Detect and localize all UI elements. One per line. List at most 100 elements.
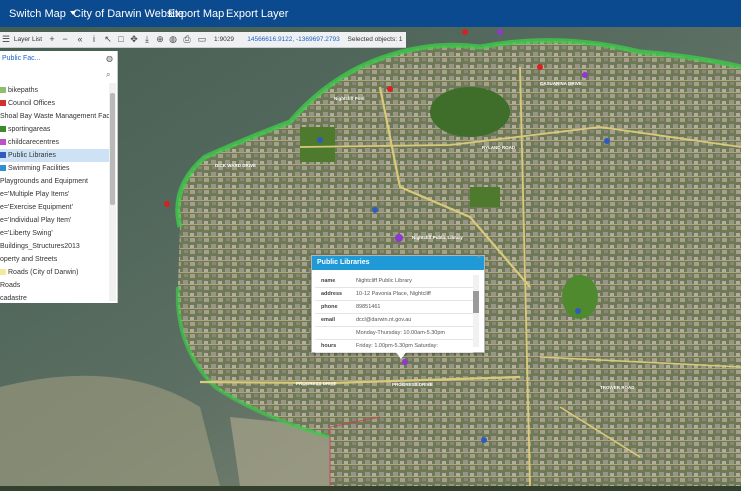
feature-popup: Public Libraries × name Nightcliff Public… <box>311 254 485 353</box>
layer-item[interactable]: Public Libraries <box>0 149 109 162</box>
zoom-icon[interactable]: ⊕ <box>156 33 164 46</box>
popup-title: Public Libraries <box>312 256 484 270</box>
popup-value: Friday: 1.00pm-5.30pm Saturday: <box>356 343 438 349</box>
popup-value: 10-12 Pavonia Place, Nightcliff <box>356 291 431 297</box>
popup-key: hours <box>321 343 337 349</box>
layer-item-label: Swimming Facilities <box>8 165 70 172</box>
layer-item-label: e='Exercise Equipment' <box>0 204 73 211</box>
layer-item[interactable]: Playgrounds and Equipment <box>0 175 109 188</box>
layer-list-label[interactable]: Layer List <box>12 33 44 46</box>
layer-list: bikepaths Council Offices Shoal Bay Waste … <box>0 84 109 303</box>
popup-key: name <box>321 278 336 284</box>
popup-value[interactable]: dccl@darwin.nt.gov.au <box>356 317 411 323</box>
layer-swatch-icon <box>0 100 6 106</box>
menu-icon[interactable]: ☰ <box>2 33 10 46</box>
layer-item-label: Council Offices <box>8 100 55 107</box>
add-icon[interactable]: + <box>48 33 56 46</box>
download-icon[interactable]: ⤓ <box>143 33 151 46</box>
layer-item[interactable]: sportingareas <box>0 123 109 136</box>
popup-key: email <box>321 317 336 323</box>
layer-item-label: Public Libraries <box>8 152 56 159</box>
info-icon[interactable]: i <box>90 33 98 46</box>
popup-pointer <box>395 351 407 359</box>
globe-icon[interactable]: ◍ <box>106 54 113 63</box>
layer-item-label: cadastre <box>0 295 27 302</box>
popup-value: Monday-Thursday: 10.00am-5.30pm <box>356 330 445 336</box>
map-label-casuarina-drive: CASUARINA DRIVE <box>540 81 582 86</box>
selected-count: Selected objects: 1 <box>347 36 403 43</box>
popup-row: address 10-12 Pavonia Place, Nightcliff <box>315 287 473 301</box>
layer-item[interactable]: bikepaths <box>0 84 109 97</box>
layer-swatch-icon <box>0 152 6 158</box>
scale-readout: 1:9029 <box>214 36 234 43</box>
layer-item[interactable]: operty and Streets <box>0 253 109 266</box>
layer-item[interactable]: e='Liberty Swing' <box>0 227 109 240</box>
layer-swatch-icon <box>0 87 6 93</box>
layer-item[interactable]: Buildings_Structures2013 <box>0 240 109 253</box>
layer-swatch-icon <box>0 165 6 171</box>
popup-key: phone <box>321 304 338 310</box>
scrollbar-thumb[interactable] <box>110 93 115 205</box>
layer-item-label: Playgrounds and Equipment <box>0 178 88 185</box>
map-label-trower-road: TROWER ROAD <box>600 385 635 390</box>
globe-icon[interactable]: ◍ <box>169 33 177 46</box>
select-box-icon[interactable]: □ <box>117 33 125 46</box>
layer-item-label: Shoal Bay Waste Management Fac <box>0 113 109 120</box>
popup-row: email dccl@darwin.nt.gov.au <box>315 313 473 327</box>
map-toolbar: ☰ Layer List + − « i ↖ □ ✥ ⤓ ⊕ ◍ ⎙ ▭ 1:9… <box>0 32 406 48</box>
popup-row: Monday-Thursday: 10.00am-5.30pm <box>315 326 473 340</box>
map-label-library: Nightcliff Public Library <box>412 235 463 240</box>
layer-item[interactable]: Roads <box>0 279 109 292</box>
switch-map-button[interactable]: Switch Map <box>9 8 76 20</box>
print-icon[interactable]: ⎙ <box>183 33 191 46</box>
popup-key: address <box>321 291 343 297</box>
export-layer-button[interactable]: Export Layer <box>226 8 288 20</box>
layer-item[interactable]: e='Exercise Equipment' <box>0 201 109 214</box>
layer-item-label: childcarecentres <box>8 139 59 146</box>
popup-scrollbar[interactable] <box>473 275 479 347</box>
layer-scrollbar[interactable] <box>109 83 116 301</box>
layer-swatch-icon <box>0 269 6 275</box>
layer-item-label: operty and Streets <box>0 256 58 263</box>
map-label-nightcliff-pool: Nightcliff Pool <box>334 96 365 101</box>
pan-icon[interactable]: ✥ <box>130 33 138 46</box>
layer-item-label: Buildings_Structures2013 <box>0 243 80 250</box>
layer-item-label: e='Multiple Play Items' <box>0 191 70 198</box>
popup-value: Nightcliff Public Library <box>356 278 412 284</box>
layer-swatch-icon <box>0 126 6 132</box>
map-label-ryland-road: RYLAND ROAD <box>482 145 516 150</box>
layer-swatch-icon <box>0 139 6 145</box>
scrollbar-thumb[interactable] <box>473 291 479 313</box>
layer-item[interactable]: Shoal Bay Waste Management Fac <box>0 110 109 123</box>
layer-item[interactable]: e='Individual Play Item' <box>0 214 109 227</box>
layer-item-label: e='Individual Play Item' <box>0 217 72 224</box>
layer-item[interactable]: e='Multiple Play Items' <box>0 188 109 201</box>
layer-item[interactable]: Council Offices <box>0 97 109 110</box>
popup-value: 89851461 <box>356 304 381 310</box>
layer-panel-header: Public Fac... ◍ <box>0 51 117 67</box>
map-label-progress-drive: PROGRESS DRIVE <box>296 381 337 386</box>
layer-search-input[interactable]: Public Fac... <box>2 55 41 62</box>
collapse-icon[interactable]: « <box>76 33 84 46</box>
pointer-icon[interactable]: ↖ <box>104 33 112 46</box>
popup-row: name Nightcliff Public Library <box>315 274 473 288</box>
layer-panel: Public Fac... ◍ ⌕ bikepaths Council Offic… <box>0 51 118 303</box>
coordinate-readout: 14566616.9122, -1369697.2793 <box>247 36 340 43</box>
layer-item-label: sportingareas <box>8 126 51 133</box>
remove-icon[interactable]: − <box>61 33 69 46</box>
layer-item[interactable]: cadastre <box>0 292 109 303</box>
popup-row: phone 89851461 <box>315 300 473 314</box>
measure-icon[interactable]: ▭ <box>197 33 207 46</box>
layer-item[interactable]: childcarecentres <box>0 136 109 149</box>
layer-item-label: bikepaths <box>8 87 38 94</box>
layer-item[interactable]: Roads (City of Darwin) <box>0 266 109 279</box>
close-icon[interactable]: × <box>477 254 481 261</box>
map-label-progress-drive-2: PROGRESS DRIVE <box>392 382 433 387</box>
export-map-button[interactable]: Export Map <box>168 8 224 20</box>
layer-item[interactable]: Swimming Facilities <box>0 162 109 175</box>
layer-item-label: Roads (City of Darwin) <box>8 269 79 276</box>
top-nav: Switch Map City of Darwin Website Export… <box>0 0 741 27</box>
map-label-dick-ward-drive: DICK WARD DRIVE <box>215 163 256 168</box>
search-icon[interactable]: ⌕ <box>106 70 110 80</box>
layer-item-label: Roads <box>0 282 21 289</box>
